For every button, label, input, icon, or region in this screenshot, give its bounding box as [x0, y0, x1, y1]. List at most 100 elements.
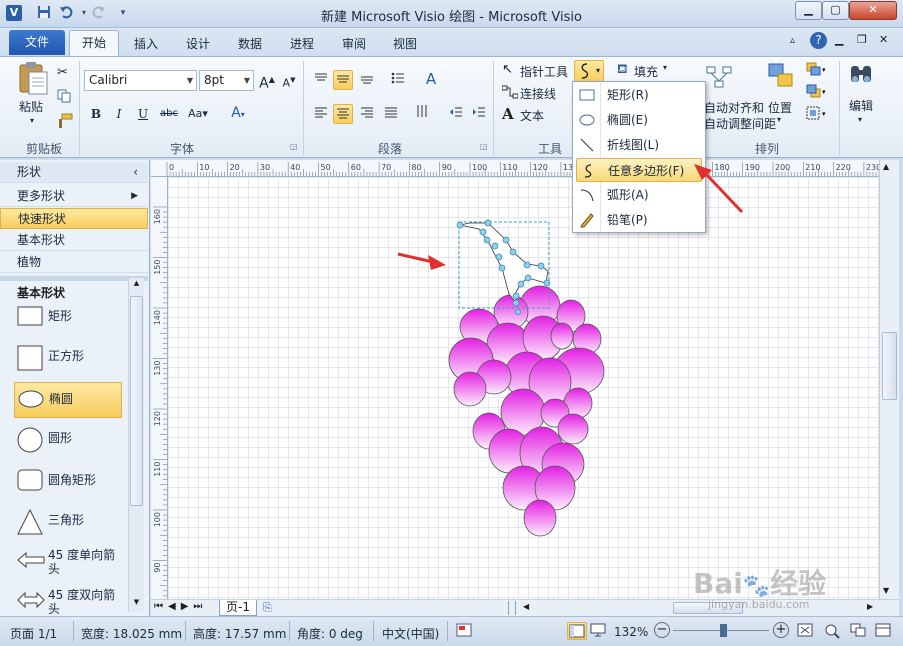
align-left-icon[interactable] [311, 104, 331, 124]
change-case-icon[interactable]: Aa▾ [183, 104, 213, 124]
align-middle-icon[interactable] [333, 70, 353, 90]
justify-icon[interactable] [381, 104, 401, 124]
shape-rectangle[interactable]: 矩形 [14, 300, 122, 336]
normal-view-icon[interactable] [567, 622, 587, 640]
scroll-up-icon[interactable]: ▲ [883, 162, 889, 171]
insert-page-icon[interactable]: ⎘ [263, 601, 272, 615]
shape-triangle[interactable]: 三角形 [14, 504, 122, 540]
font-color-icon[interactable]: A▾ [224, 103, 252, 123]
doc-minimize-icon[interactable]: ▁ [835, 33, 843, 46]
status-width[interactable]: 宽度: 18.025 mm [81, 625, 182, 642]
tab-design[interactable]: 设计 [180, 33, 216, 55]
fill-button[interactable]: 填充 [634, 63, 658, 80]
help-icon[interactable]: ? [810, 32, 827, 49]
zoom-in-icon[interactable]: + [773, 622, 789, 638]
tab-data[interactable]: 数据 [232, 33, 268, 55]
scroll-thumb[interactable] [882, 332, 897, 400]
full-screen-icon[interactable] [590, 623, 606, 640]
connector-button[interactable]: 连接线 [520, 85, 556, 102]
close-button[interactable]: ✕ [849, 1, 897, 20]
page-tab-1[interactable]: 页-1 [219, 600, 257, 616]
paste-dropdown-icon[interactable]: ▾ [30, 116, 34, 125]
align-bottom-icon[interactable] [357, 70, 377, 90]
more-windows-icon[interactable] [875, 623, 891, 640]
maximize-button[interactable]: ▢ [822, 1, 849, 20]
pan-zoom-icon[interactable] [824, 623, 840, 642]
status-angle[interactable]: 角度: 0 deg [297, 625, 363, 642]
shape-45-single-arrow[interactable]: 45 度单向箭头 [14, 544, 122, 580]
shape-ellipse[interactable]: 椭圆 [14, 382, 122, 418]
split-bar[interactable] [508, 601, 516, 615]
stencil-scrollbar[interactable]: ▲ ▼ [128, 278, 144, 612]
tab-file[interactable]: 文件 [9, 30, 65, 55]
stencil-basic-shapes[interactable]: 基本形状 [0, 230, 148, 251]
text-direction-icon[interactable]: A [421, 69, 441, 89]
copy-icon[interactable] [57, 89, 71, 106]
status-height[interactable]: 高度: 17.57 mm [193, 625, 286, 642]
group-icon[interactable]: ▾ [806, 106, 828, 125]
dialog-launcher-icon[interactable]: ◲ [290, 142, 298, 151]
increase-indent-icon[interactable] [469, 104, 489, 124]
grape-drawing[interactable] [168, 177, 881, 599]
text-tool-icon[interactable]: A [502, 105, 514, 123]
chevron-down-icon[interactable]: ▾ [777, 115, 781, 124]
scroll-down-icon[interactable]: ▼ [130, 598, 143, 610]
editing-button[interactable]: 编辑 [849, 97, 873, 114]
binoculars-icon[interactable] [848, 62, 876, 90]
drawing-canvas[interactable] [168, 177, 881, 599]
tab-view[interactable]: 视图 [387, 33, 423, 55]
canvas-vertical-scrollbar[interactable]: ▲ ▼ [879, 160, 899, 600]
zoom-level[interactable]: 132% [614, 625, 648, 639]
scroll-right-icon[interactable]: ▶ [867, 602, 873, 611]
align-right-icon[interactable] [357, 104, 377, 124]
pointer-tool-button[interactable]: 指针工具 [520, 63, 568, 80]
position-icon[interactable] [768, 63, 796, 94]
align-center-icon[interactable] [333, 104, 353, 124]
fit-to-window-icon[interactable] [797, 623, 813, 640]
status-language[interactable]: 中文(中国) [382, 625, 439, 642]
shape-45-double-arrow[interactable]: 45 度双向箭头 [14, 584, 122, 620]
auto-align-button-line2[interactable]: 自动调整间距 [704, 115, 776, 132]
auto-align-icon[interactable] [705, 63, 735, 96]
switch-windows-icon[interactable] [850, 623, 866, 640]
dialog-launcher-icon[interactable]: ◲ [480, 142, 488, 151]
menu-item-pencil[interactable]: 铅笔(P) [573, 208, 705, 232]
text-tool-button[interactable]: 文本 [520, 107, 544, 124]
grow-font-icon[interactable]: A▲ [257, 70, 277, 92]
chevron-down-icon[interactable]: ▾ [663, 63, 667, 72]
menu-item-rectangle[interactable]: 矩形(R) [573, 83, 705, 107]
doc-restore-icon[interactable]: ❐ [857, 33, 867, 46]
scroll-up-icon[interactable]: ▲ [130, 279, 143, 291]
menu-item-ellipse[interactable]: 椭圆(E) [573, 108, 705, 132]
scroll-down-icon[interactable]: ▼ [883, 586, 889, 595]
status-page[interactable]: 页面 1/1 [10, 625, 57, 642]
auto-align-button-line1[interactable]: 自动对齐和 [704, 99, 764, 116]
shrink-font-icon[interactable]: A▼ [279, 70, 299, 90]
pane-divider[interactable] [0, 276, 148, 281]
tab-review[interactable]: 审阅 [336, 33, 372, 55]
font-size-combo[interactable]: 8pt ▼ [199, 70, 254, 91]
stencil-quick-shapes[interactable]: 快速形状 [0, 208, 148, 229]
text-orientation-icon[interactable] [412, 104, 432, 124]
tab-home[interactable]: 开始 [69, 30, 119, 56]
format-painter-icon[interactable] [57, 113, 73, 132]
tab-insert[interactable]: 插入 [128, 33, 164, 55]
font-family-combo[interactable]: Calibri ▼ [84, 70, 197, 91]
bring-to-front-icon[interactable]: ▾ [806, 62, 828, 81]
tab-process[interactable]: 进程 [284, 33, 320, 55]
minimize-ribbon-icon[interactable]: ▵ [790, 35, 795, 46]
grape-bunch[interactable] [448, 285, 605, 537]
collapse-pane-icon[interactable]: ‹ [133, 162, 138, 183]
decrease-indent-icon[interactable] [446, 104, 466, 124]
strikethrough-icon[interactable]: abc [157, 104, 181, 124]
connector-icon[interactable] [501, 85, 519, 102]
menu-item-freeform[interactable]: 任意多边形(F) [576, 158, 702, 182]
paste-button[interactable]: 粘贴 [19, 98, 43, 115]
paste-icon[interactable] [17, 61, 49, 98]
scroll-thumb[interactable] [130, 296, 143, 506]
zoom-out-icon[interactable]: − [654, 622, 670, 638]
italic-icon[interactable]: I [109, 104, 129, 124]
fill-icon[interactable]: ⛾ [617, 62, 628, 79]
shape-square[interactable]: 正方形 [14, 340, 122, 376]
page-navigation-icons[interactable]: ⏮◀▶⏭ [154, 601, 207, 612]
